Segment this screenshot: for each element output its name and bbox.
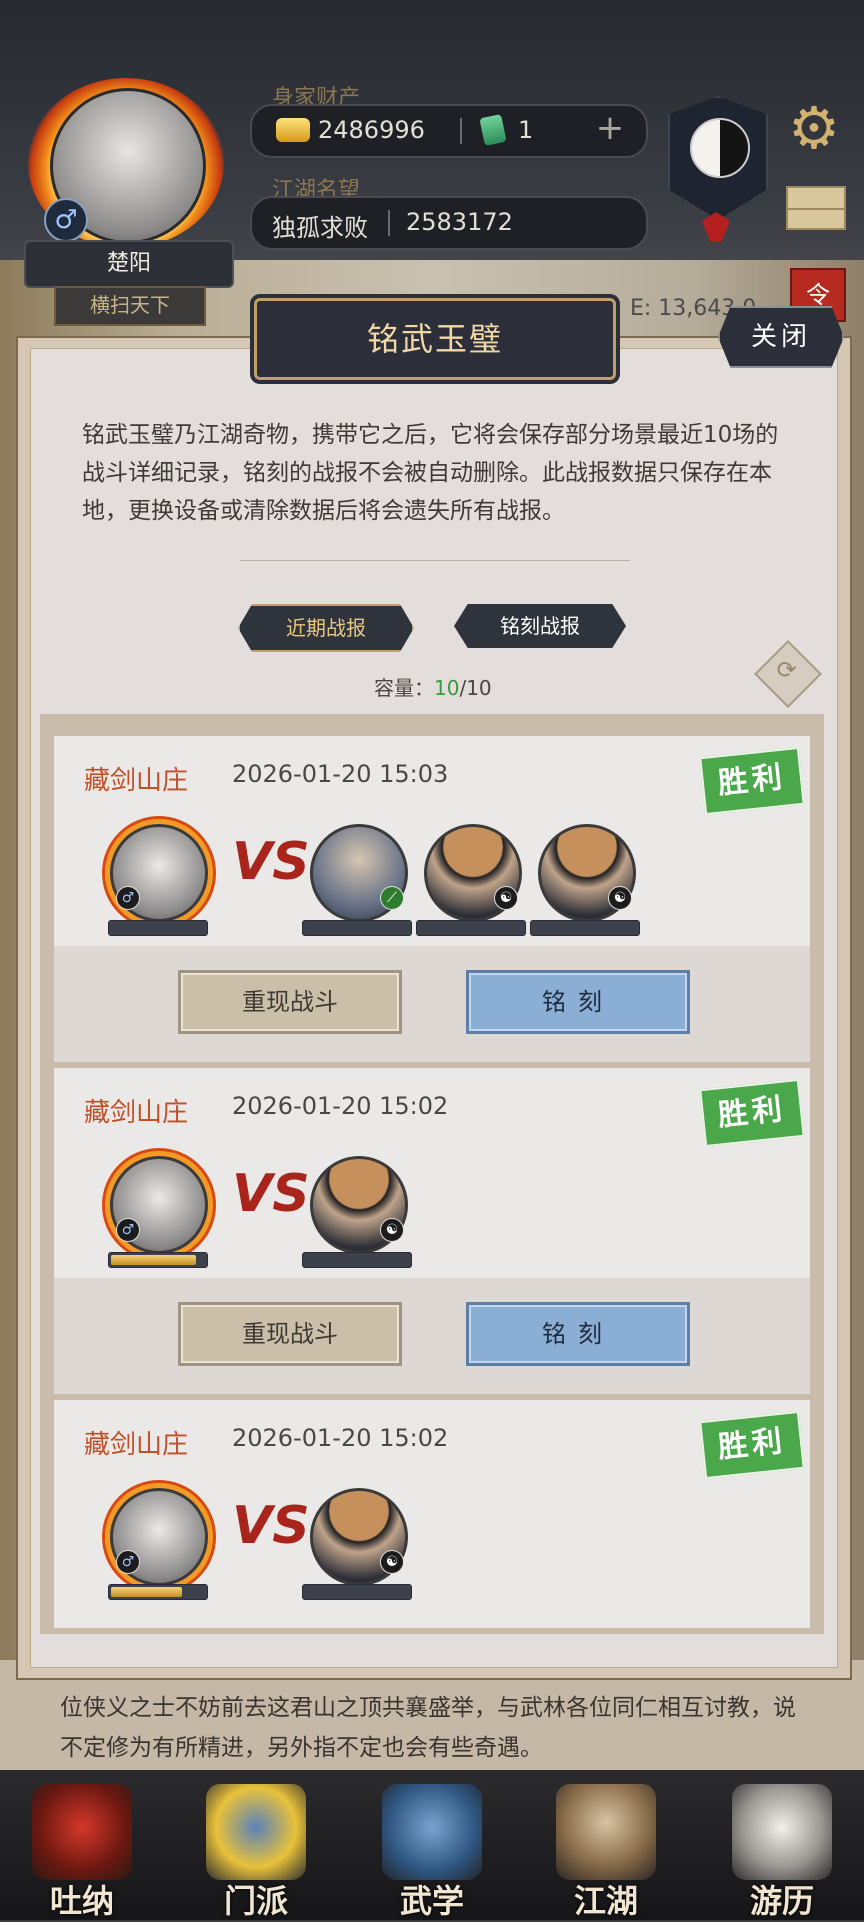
battle-report-card: 藏剑山庄 2026-01-20 15:02 胜利 ♂ VS ☯ <box>54 1400 810 1628</box>
modal-description: 铭武玉璧乃江湖奇物，携带它之后，它将会保存部分场景最近10场的战斗详细记录，铭刻… <box>82 422 779 524</box>
self-hp-bar <box>108 1252 208 1268</box>
tab-engraved-reports[interactable]: 铭刻战报 <box>454 604 626 648</box>
player-title: 横扫天下 <box>54 286 206 326</box>
nav-breathing[interactable]: 吐纳 <box>16 1778 148 1920</box>
taiji-icon: ☯ <box>494 886 518 910</box>
gear-icon[interactable]: ⚙ <box>784 98 844 158</box>
tab-recent-reports[interactable]: 近期战报 <box>238 604 414 652</box>
hp-fill <box>111 1255 196 1265</box>
victory-stamp: 胜利 <box>699 746 805 816</box>
report-location: 藏剑山庄 <box>84 1098 189 1128</box>
nav-label: 吐纳 <box>49 1882 114 1920</box>
male-icon: ♂ <box>116 1550 140 1574</box>
gourd-icon <box>32 1784 132 1880</box>
report-actions: 重现战斗 铭刻 <box>54 1278 810 1394</box>
fame-rank-title: 独孤求败 <box>272 214 368 242</box>
capacity-used: 10 <box>434 676 460 700</box>
engrave-button[interactable]: 铭刻 <box>466 970 690 1034</box>
nav-label: 江湖 <box>573 1882 638 1920</box>
self-hp-bar <box>108 1584 208 1600</box>
report-time: 2026-01-20 15:02 <box>232 1092 449 1120</box>
nav-label: 门派 <box>223 1882 288 1920</box>
capacity-label: 容量： <box>374 676 434 700</box>
gold-ingot-icon <box>276 118 310 142</box>
capacity-indicator: 容量：10/10 <box>374 672 492 701</box>
enemy-hp-bar <box>416 920 526 936</box>
straw-hat-icon <box>556 1784 656 1880</box>
nav-martial-arts[interactable]: 武学 <box>366 1778 498 1920</box>
sword-sect-icon: ⟋ <box>380 886 404 910</box>
report-location: 藏剑山庄 <box>84 766 189 796</box>
capacity-total: /10 <box>459 676 492 700</box>
male-icon: ♂ <box>44 198 88 242</box>
battle-report-list[interactable]: 藏剑山庄 2026-01-20 15:03 胜利 ♂ VS ⟋ ☯ ☯ 重现战斗… <box>40 714 824 1634</box>
male-icon: ♂ <box>116 1218 140 1242</box>
vs-icon: VS <box>232 1164 310 1224</box>
engrave-button[interactable]: 铭刻 <box>466 1302 690 1366</box>
banner-icon <box>206 1784 306 1880</box>
replay-battle-button[interactable]: 重现战斗 <box>178 1302 402 1366</box>
mail-icon[interactable] <box>786 186 846 230</box>
modal-title: 铭武玉璧 <box>254 298 616 380</box>
victory-stamp: 胜利 <box>699 1410 805 1480</box>
battle-report-card: 藏剑山庄 2026-01-20 15:02 胜利 ♂ VS ☯ 重现战斗 铭刻 <box>54 1068 810 1394</box>
report-location: 藏剑山庄 <box>84 1430 189 1460</box>
taiji-icon: ☯ <box>380 1550 404 1574</box>
gold-value: 2486996 <box>318 116 425 144</box>
close-button[interactable]: 关闭 <box>718 306 844 368</box>
scroll-text: 位侠义之士不妨前去这君山之顶共襄盛举，与武林各位同仁相互讨教，说不定修为有所精进… <box>60 1695 796 1761</box>
divider <box>388 210 390 236</box>
divider <box>460 118 462 144</box>
fame-value: 2583172 <box>406 208 513 236</box>
hp-fill <box>111 1587 182 1597</box>
nav-jianghu[interactable]: 江湖 <box>540 1778 672 1920</box>
ornament-divider <box>240 560 630 577</box>
nav-label: 游历 <box>749 1882 814 1920</box>
vs-icon: VS <box>232 1496 310 1556</box>
male-icon: ♂ <box>116 886 140 910</box>
self-hp-bar <box>108 920 208 936</box>
nav-travel[interactable]: 游历 <box>716 1778 848 1920</box>
nav-sect[interactable]: 门派 <box>190 1778 322 1920</box>
victory-stamp: 胜利 <box>699 1078 805 1148</box>
battle-report-card: 藏剑山庄 2026-01-20 15:03 胜利 ♂ VS ⟋ ☯ ☯ 重现战斗… <box>54 736 810 1062</box>
report-actions: 重现战斗 铭刻 <box>54 946 810 1062</box>
report-time: 2026-01-20 15:03 <box>232 760 449 788</box>
player-name: 楚阳 <box>24 240 234 288</box>
horse-icon <box>732 1784 832 1880</box>
jade-icon <box>479 114 507 146</box>
fame-bar: 独孤求败 2583172 <box>250 196 648 250</box>
enemy-hp-bar <box>302 1584 412 1600</box>
wealth-bar: 2486996 1 + <box>250 104 648 158</box>
enemy-hp-bar <box>302 1252 412 1268</box>
add-currency-button[interactable]: + <box>592 110 628 146</box>
bottom-navigation: 吐纳 门派 武学 江湖 游历 <box>0 1770 864 1920</box>
taiji-icon: ☯ <box>608 886 632 910</box>
scroll-book-icon <box>382 1784 482 1880</box>
taiji-icon: ☯ <box>380 1218 404 1242</box>
enemy-hp-bar <box>302 920 412 936</box>
taiji-icon <box>690 118 750 178</box>
vs-icon: VS <box>232 832 310 892</box>
jade-value: 1 <box>518 116 534 144</box>
enemy-hp-bar <box>530 920 640 936</box>
nav-label: 武学 <box>399 1882 464 1920</box>
replay-battle-button[interactable]: 重现战斗 <box>178 970 402 1034</box>
report-time: 2026-01-20 15:02 <box>232 1424 449 1452</box>
